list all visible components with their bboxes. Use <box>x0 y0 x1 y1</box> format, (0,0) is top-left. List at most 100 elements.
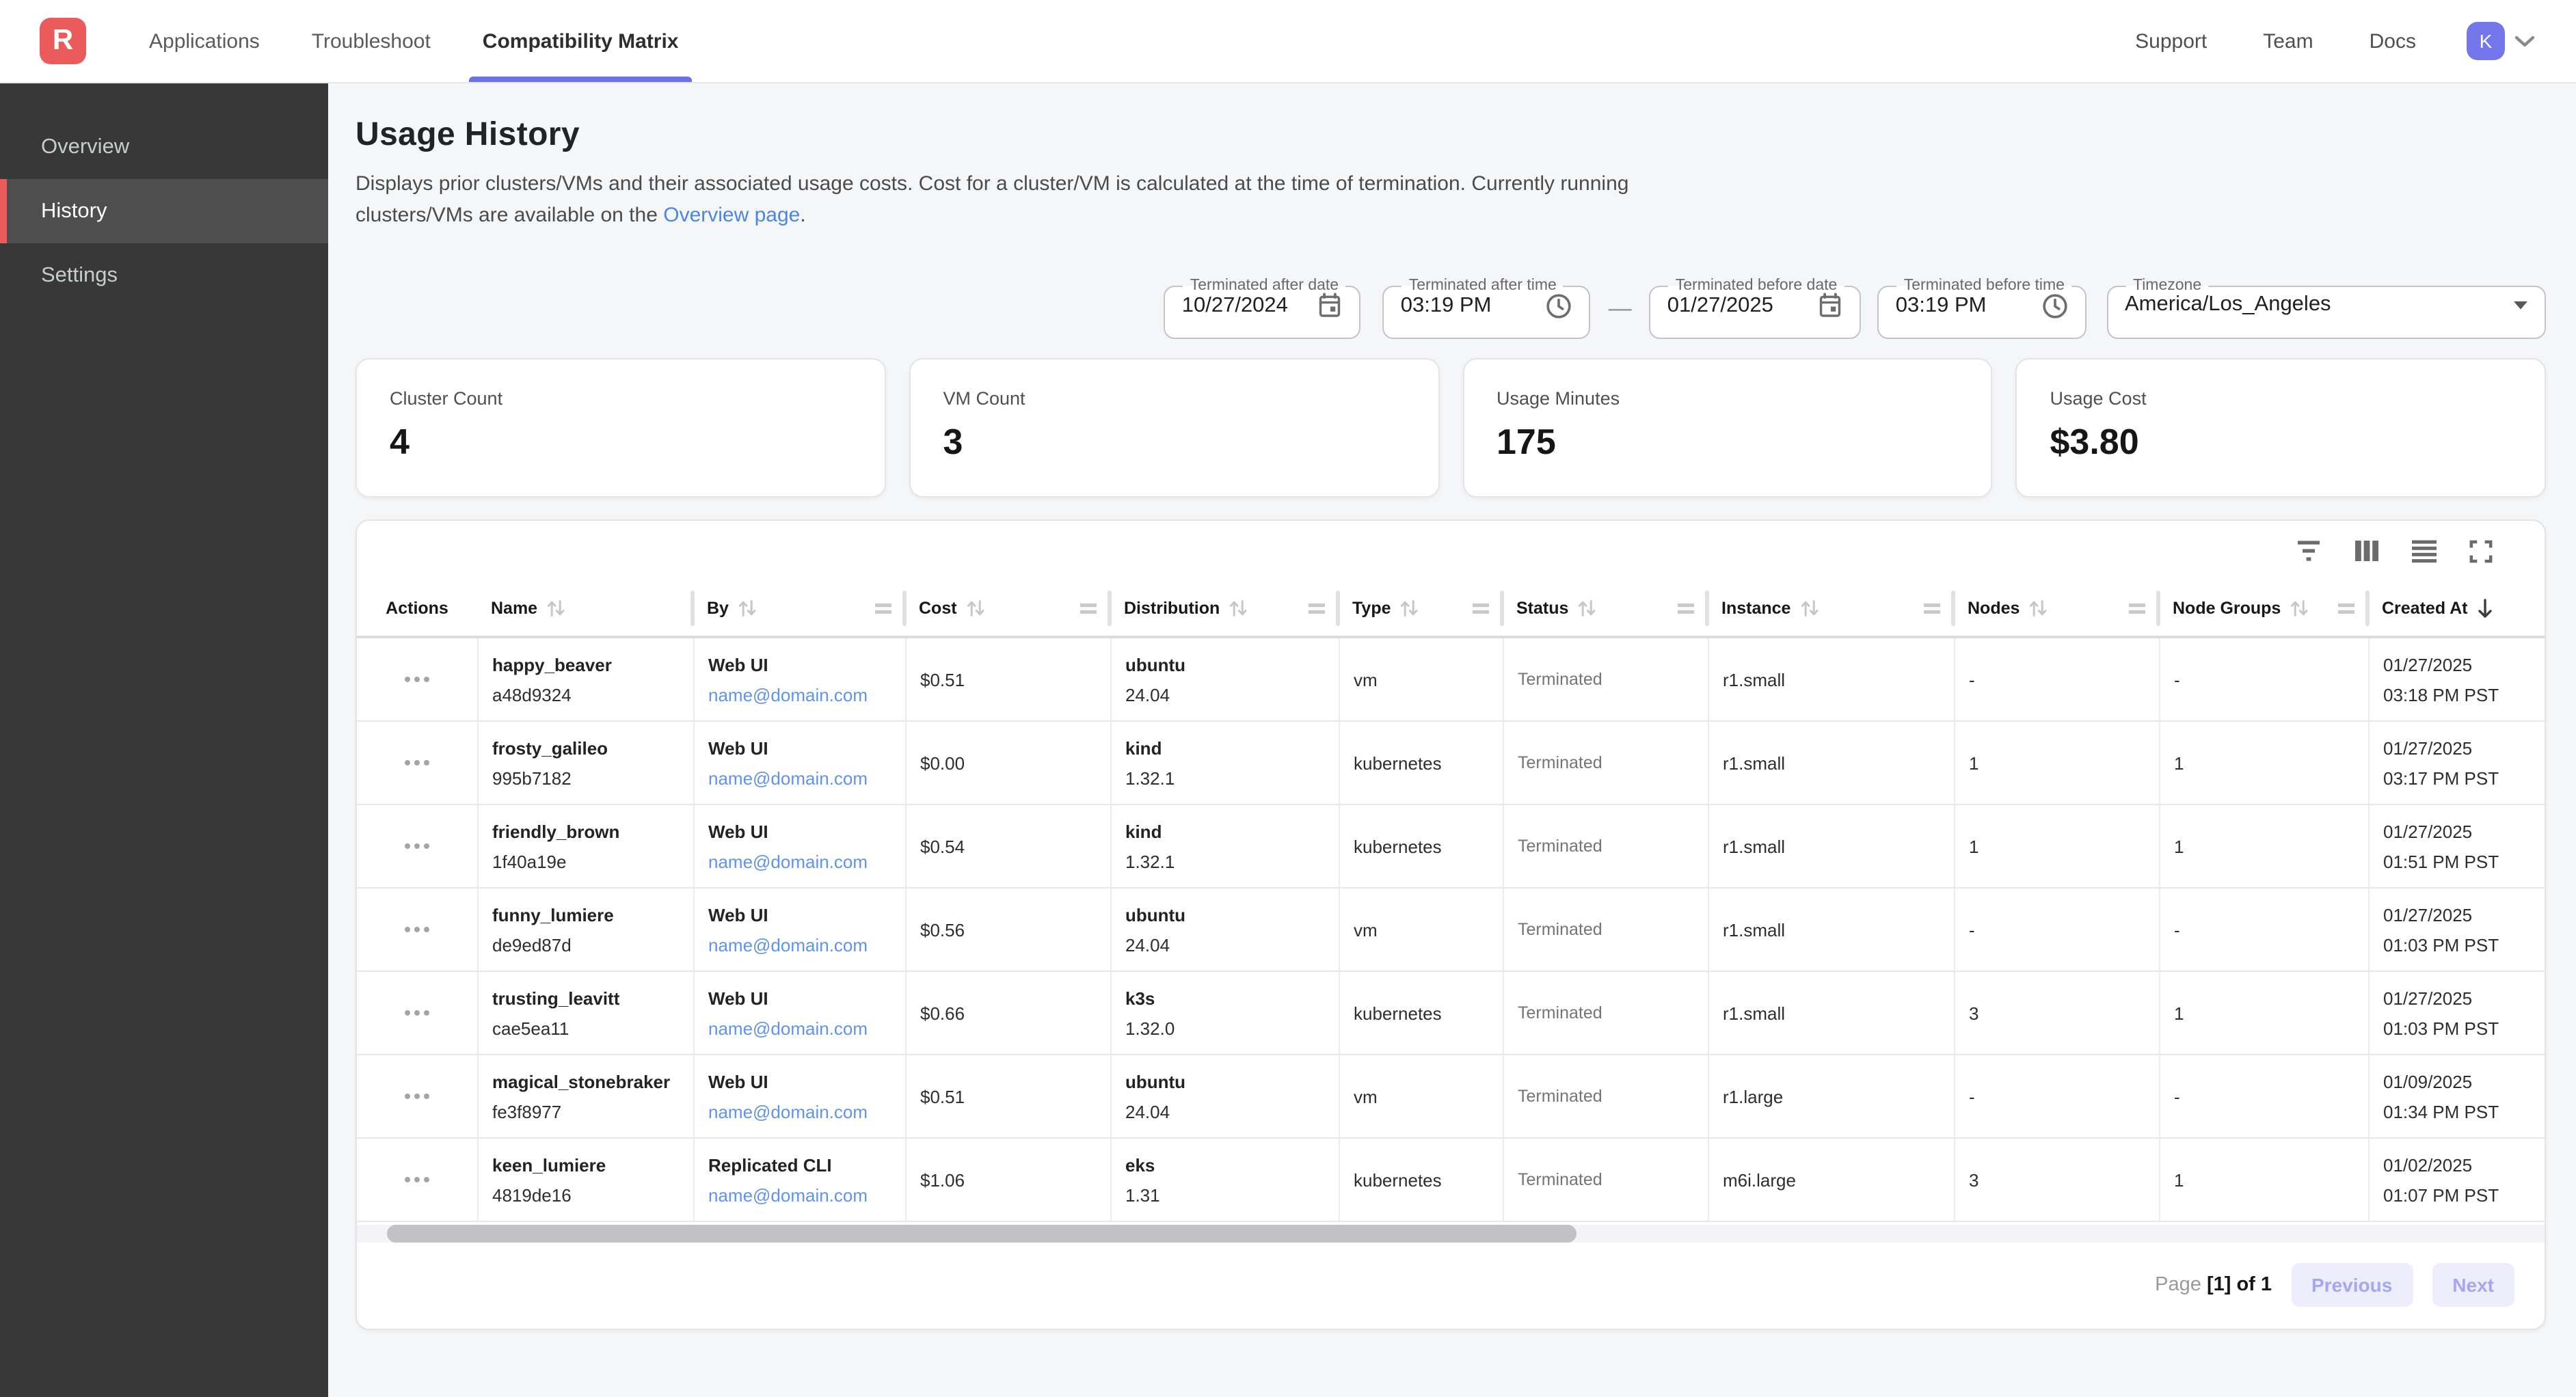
sort-icon[interactable] <box>965 599 986 618</box>
table-row[interactable]: trusting_leavitt cae5ea11 Web UI name@do… <box>357 972 2545 1055</box>
docs-link[interactable]: Docs <box>2370 29 2416 53</box>
distribution-cell: kind 1.32.1 <box>1110 722 1339 804</box>
calendar-icon[interactable] <box>1818 293 1844 318</box>
column-header-instance[interactable]: Instance <box>1708 581 1954 636</box>
terminated-before-date-input[interactable]: Terminated before date 01/27/2025 <box>1650 277 1862 339</box>
timezone-select[interactable]: Timezone America/Los_Angeles <box>2107 277 2546 339</box>
tab-troubleshoot[interactable]: Troubleshoot <box>298 0 444 82</box>
table-row[interactable]: keen_lumiere 4819de16 Replicated CLI nam… <box>357 1139 2545 1222</box>
sort-icon[interactable] <box>2028 599 2048 618</box>
terminated-after-date-input[interactable]: Terminated after date 10/27/2024 <box>1164 277 1361 339</box>
sidebar-item-history[interactable]: History <box>0 179 328 243</box>
column-menu-icon[interactable] <box>2338 602 2354 614</box>
row-actions-menu-icon[interactable] <box>405 927 429 932</box>
nodes-value: - <box>1969 1086 2145 1107</box>
column-header-status[interactable]: Status <box>1503 581 1708 636</box>
cost-cell: $1.06 <box>905 1139 1110 1221</box>
status-cell: Terminated <box>1503 889 1708 971</box>
cost-value: $0.66 <box>920 1003 1097 1023</box>
column-menu-icon[interactable] <box>875 602 891 614</box>
column-header-type[interactable]: Type <box>1339 581 1503 636</box>
account-menu[interactable]: K <box>2467 22 2535 60</box>
column-menu-icon[interactable] <box>1678 602 1694 614</box>
created-date: 01/27/2025 <box>2383 821 2531 841</box>
next-button[interactable]: Next <box>2432 1263 2514 1307</box>
sort-icon[interactable] <box>1577 599 1597 618</box>
fullscreen-icon[interactable] <box>2469 539 2493 562</box>
column-header-node-groups[interactable]: Node Groups <box>2159 581 2368 636</box>
sidebar-item-settings[interactable]: Settings <box>0 243 328 308</box>
created-by-email-link[interactable]: name@domain.com <box>708 851 891 871</box>
created-by-email-link[interactable]: name@domain.com <box>708 934 891 955</box>
row-actions-menu-icon[interactable] <box>405 1094 429 1099</box>
row-actions-menu-icon[interactable] <box>405 1010 429 1016</box>
created-by-email-link[interactable]: name@domain.com <box>708 684 891 705</box>
distribution-name: ubuntu <box>1125 654 1325 675</box>
column-menu-icon[interactable] <box>1309 602 1325 614</box>
column-menu-icon[interactable] <box>1473 602 1489 614</box>
sort-icon[interactable] <box>737 599 757 618</box>
status-badge: Terminated <box>1518 837 1694 856</box>
column-header-by[interactable]: By <box>693 581 905 636</box>
type-cell: kubernetes <box>1339 722 1503 804</box>
density-icon[interactable] <box>2412 539 2437 562</box>
sidebar-item-overview[interactable]: Overview <box>0 115 328 179</box>
instance-value: r1.small <box>1723 1003 1940 1023</box>
clock-icon[interactable] <box>2041 293 2069 320</box>
sort-desc-icon[interactable] <box>2476 598 2494 619</box>
cluster-id: 1f40a19e <box>492 851 680 871</box>
distribution-name: kind <box>1125 821 1325 841</box>
row-actions-menu-icon[interactable] <box>405 1177 429 1182</box>
type-value: kubernetes <box>1354 752 1489 773</box>
horizontal-scrollbar-thumb[interactable] <box>387 1225 1577 1243</box>
row-actions-menu-icon[interactable] <box>405 760 429 765</box>
columns-icon[interactable] <box>2354 540 2379 562</box>
created-by-email-link[interactable]: name@domain.com <box>708 1101 891 1122</box>
column-header-name[interactable]: Name <box>477 581 693 636</box>
column-menu-icon[interactable] <box>1924 602 1940 614</box>
tab-applications[interactable]: Applications <box>135 0 273 82</box>
column-header-nodes[interactable]: Nodes <box>1954 581 2159 636</box>
column-header-created-at[interactable]: Created At <box>2368 581 2545 636</box>
column-label: Cost <box>919 599 957 618</box>
pagination: Page [1] of 1 Previous Next <box>357 1263 2545 1307</box>
column-header-distribution[interactable]: Distribution <box>1110 581 1339 636</box>
table-row[interactable]: funny_lumiere de9ed87d Web UI name@domai… <box>357 889 2545 972</box>
terminated-after-time-input[interactable]: Terminated after time 03:19 PM <box>1383 277 1591 339</box>
created-by-email-link[interactable]: name@domain.com <box>708 1018 891 1038</box>
created-by-email-link[interactable]: name@domain.com <box>708 1184 891 1205</box>
row-actions-menu-icon[interactable] <box>405 843 429 849</box>
previous-button[interactable]: Previous <box>2291 1263 2413 1307</box>
created-by-email-link[interactable]: name@domain.com <box>708 768 891 788</box>
replicated-logo[interactable]: R <box>40 18 86 64</box>
sort-icon[interactable] <box>1799 599 1819 618</box>
column-menu-icon[interactable] <box>2129 602 2145 614</box>
table-row[interactable]: magical_stonebraker fe3f8977 Web UI name… <box>357 1055 2545 1139</box>
sort-icon[interactable] <box>1399 599 1420 618</box>
table-row[interactable]: frosty_galileo 995b7182 Web UI name@doma… <box>357 722 2545 805</box>
status-cell: Terminated <box>1503 722 1708 804</box>
caret-down-icon[interactable] <box>2513 300 2528 310</box>
tab-compatibility-matrix[interactable]: Compatibility Matrix <box>469 0 693 82</box>
sort-icon[interactable] <box>2289 599 2309 618</box>
clock-icon[interactable] <box>1546 293 1573 320</box>
instance-cell: r1.large <box>1708 1055 1954 1137</box>
table-row[interactable]: friendly_brown 1f40a19e Web UI name@doma… <box>357 805 2545 889</box>
column-header-cost[interactable]: Cost <box>905 581 1110 636</box>
row-actions-menu-icon[interactable] <box>405 677 429 682</box>
column-menu-icon[interactable] <box>1080 602 1097 614</box>
filter-icon[interactable] <box>2296 540 2322 562</box>
status-cell: Terminated <box>1503 1055 1708 1137</box>
sort-icon[interactable] <box>1228 599 1248 618</box>
table-row[interactable]: happy_beaver a48d9324 Web UI name@domain… <box>357 638 2545 722</box>
row-actions-cell <box>357 972 477 1054</box>
top-nav: R Applications Troubleshoot Compatibilit… <box>0 0 2576 83</box>
node-groups-cell: 1 <box>2159 972 2368 1054</box>
sort-icon[interactable] <box>546 599 566 618</box>
team-link[interactable]: Team <box>2263 29 2313 53</box>
calendar-icon[interactable] <box>1317 293 1343 318</box>
terminated-before-time-input[interactable]: Terminated before time 03:19 PM <box>1878 277 2087 339</box>
node-groups-value: 1 <box>2174 836 2354 856</box>
overview-page-link[interactable]: Overview page <box>663 204 800 227</box>
support-link[interactable]: Support <box>2135 29 2207 53</box>
